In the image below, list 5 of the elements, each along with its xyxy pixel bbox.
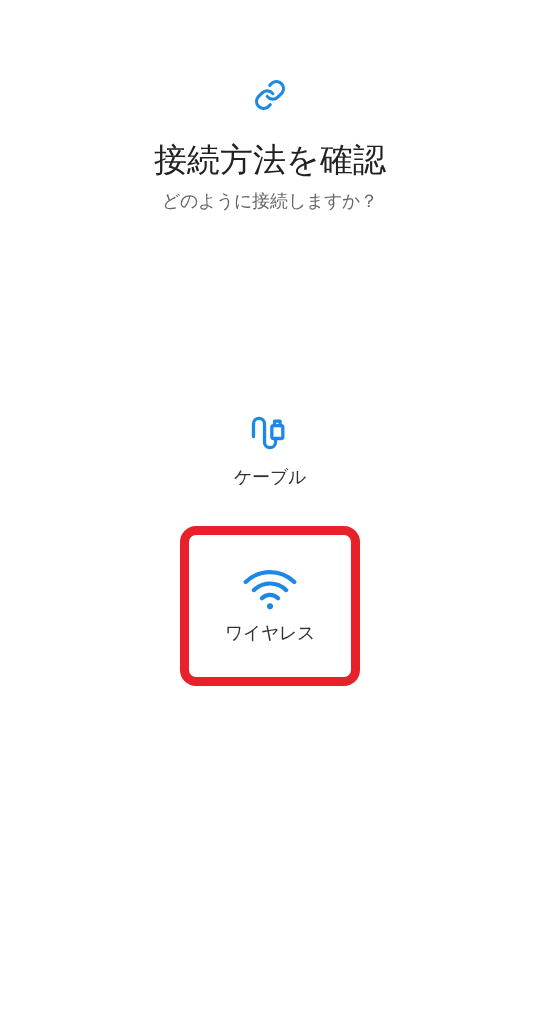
wifi-icon [242, 567, 298, 611]
page-title: 接続方法を確認 [154, 139, 386, 181]
link-icon [253, 78, 287, 112]
page-subtitle: どのように接続しますか？ [162, 189, 378, 213]
connection-option[interactable]: ワイヤレス [180, 526, 360, 686]
